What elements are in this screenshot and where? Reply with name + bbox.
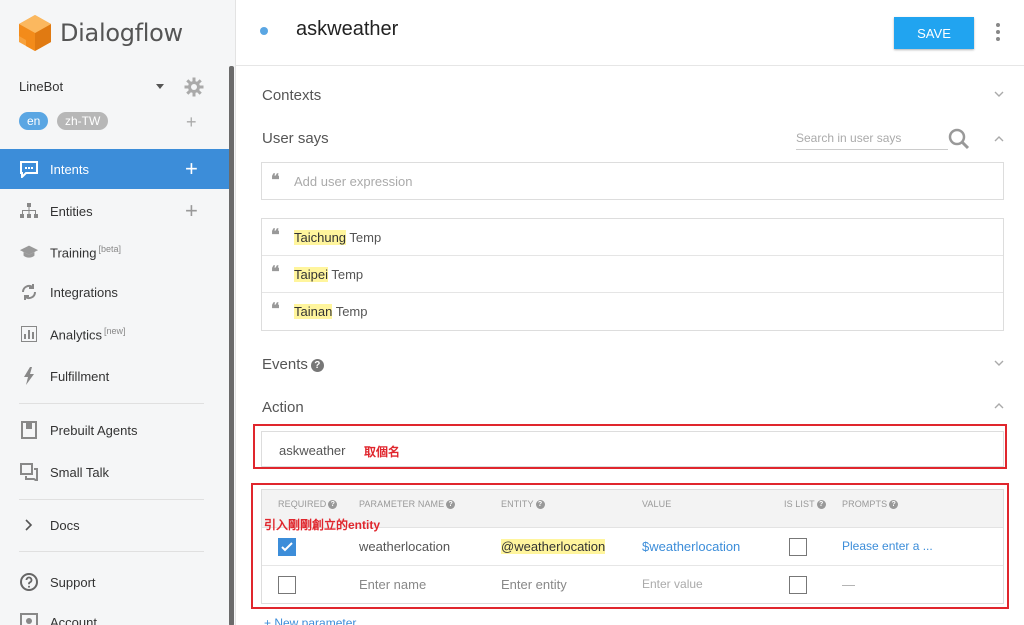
sidebar-item-label: Training [beta] xyxy=(50,243,122,261)
sidebar-item-account[interactable]: Account xyxy=(0,602,229,625)
list-item[interactable]: ❝ Tainan Temp xyxy=(262,293,1003,330)
sidebar-item-docs[interactable]: Docs xyxy=(0,505,229,545)
help-icon[interactable]: ? xyxy=(310,358,324,372)
list-item[interactable]: ❝ Taichung Temp xyxy=(262,219,1003,256)
sidebar-item-intents[interactable]: Intents + xyxy=(0,149,229,189)
language-zh-tw-chip[interactable]: zh-TW xyxy=(57,112,109,130)
bar-chart-icon xyxy=(19,324,39,344)
add-language-icon[interactable]: + xyxy=(186,113,197,131)
dialogflow-logo-icon xyxy=(19,15,51,51)
sidebar-item-fulfillment[interactable]: Fulfillment xyxy=(0,356,229,396)
sidebar-item-support[interactable]: Support xyxy=(0,562,229,602)
language-en-chip[interactable]: en xyxy=(19,112,49,130)
sidebar-item-label: Small Talk xyxy=(50,464,110,480)
quote-icon: ❝ xyxy=(271,170,280,189)
brand-name: Dialogflow xyxy=(60,19,183,47)
sidebar-item-label: Support xyxy=(50,574,96,590)
sidebar-divider xyxy=(19,403,204,404)
sidebar-divider xyxy=(19,499,204,500)
new-parameter-link[interactable]: + New parameter xyxy=(264,616,356,625)
chevron-down-icon[interactable] xyxy=(994,360,1004,366)
book-icon xyxy=(19,420,39,440)
entity-highlight[interactable]: Tainan xyxy=(294,304,333,319)
sidebar-scrollbar[interactable] xyxy=(229,66,234,625)
add-expression-placeholder: Add user expression xyxy=(294,174,413,189)
sidebar: Dialogflow LineBot en zh-TW + Intents + xyxy=(0,0,236,625)
sidebar-item-label: Entities xyxy=(50,203,93,219)
sidebar-item-label: Integrations xyxy=(50,284,118,300)
sidebar-item-label: Analytics [new] xyxy=(50,325,126,343)
action-annotation: 取個名 xyxy=(364,445,401,459)
sidebar-item-small-talk[interactable]: Small Talk xyxy=(0,452,229,492)
lightning-icon xyxy=(19,366,39,386)
sidebar-item-integrations[interactable]: Integrations xyxy=(0,272,229,312)
user-says-section-title[interactable]: User says xyxy=(262,130,329,147)
agent-name[interactable]: LineBot xyxy=(19,79,63,94)
example-text[interactable]: Tainan Temp xyxy=(294,304,367,319)
chevron-up-icon[interactable] xyxy=(994,136,1004,142)
entity-highlight[interactable]: Taipei xyxy=(294,267,328,282)
example-text[interactable]: Taichung Temp xyxy=(294,230,381,245)
account-icon xyxy=(19,612,39,625)
chat-bubble-icon xyxy=(19,159,39,179)
new-badge: [new] xyxy=(104,325,126,336)
user-says-list: ❝ Taichung Temp ❝ Taipei Temp ❝ Tainan T… xyxy=(261,218,1004,331)
intent-name[interactable]: askweather xyxy=(296,18,398,41)
sync-icon xyxy=(19,282,39,302)
sidebar-item-label: Prebuilt Agents xyxy=(50,422,138,438)
action-section-title[interactable]: Action xyxy=(262,399,304,416)
intent-status-dot xyxy=(260,27,268,35)
parameters-highlight-box xyxy=(251,483,1009,609)
speech-bubbles-icon xyxy=(19,462,39,482)
agent-dropdown-icon[interactable] xyxy=(156,84,164,89)
events-section-title[interactable]: Events? xyxy=(262,356,324,373)
chevron-down-icon[interactable] xyxy=(994,91,1004,97)
sidebar-item-analytics[interactable]: Analytics [new] xyxy=(0,314,229,354)
list-item[interactable]: ❝ Taipei Temp xyxy=(262,256,1003,293)
sitemap-icon xyxy=(19,201,39,221)
parameters-annotation: 引入剛剛創立的entity xyxy=(264,518,381,532)
contexts-section-title[interactable]: Contexts xyxy=(262,87,321,104)
entity-highlight[interactable]: Taichung xyxy=(294,230,347,245)
beta-badge: [beta] xyxy=(98,243,122,254)
graduation-cap-icon xyxy=(19,242,39,262)
user-says-search-input[interactable]: Search in user says xyxy=(796,128,948,150)
help-circle-icon xyxy=(19,572,39,592)
quote-icon: ❝ xyxy=(271,225,280,244)
sidebar-item-label: Intents xyxy=(50,161,90,177)
sidebar-item-label: Account xyxy=(50,614,97,625)
sidebar-item-label: Docs xyxy=(50,517,80,533)
dialogflow-logo[interactable]: Dialogflow xyxy=(18,14,183,52)
sidebar-item-prebuilt-agents[interactable]: Prebuilt Agents xyxy=(0,410,229,450)
search-icon[interactable] xyxy=(948,128,970,150)
chevron-right-icon xyxy=(19,515,39,535)
gear-icon[interactable] xyxy=(184,77,204,97)
add-entity-icon[interactable]: + xyxy=(185,200,198,222)
more-options-icon[interactable] xyxy=(995,22,1001,42)
sidebar-divider xyxy=(19,551,204,552)
sidebar-item-label: Fulfillment xyxy=(50,368,110,384)
add-user-expression-input[interactable]: ❝ Add user expression xyxy=(261,162,1004,200)
save-button[interactable]: SAVE xyxy=(894,17,974,49)
add-intent-icon[interactable]: + xyxy=(185,158,198,180)
sidebar-item-entities[interactable]: Entities + xyxy=(0,191,229,231)
example-text[interactable]: Taipei Temp xyxy=(294,267,363,282)
sidebar-item-training[interactable]: Training [beta] xyxy=(0,232,229,272)
quote-icon: ❝ xyxy=(271,299,280,318)
quote-icon: ❝ xyxy=(271,262,280,281)
intent-header: askweather SAVE xyxy=(236,0,1024,66)
chevron-up-icon[interactable] xyxy=(994,403,1004,409)
